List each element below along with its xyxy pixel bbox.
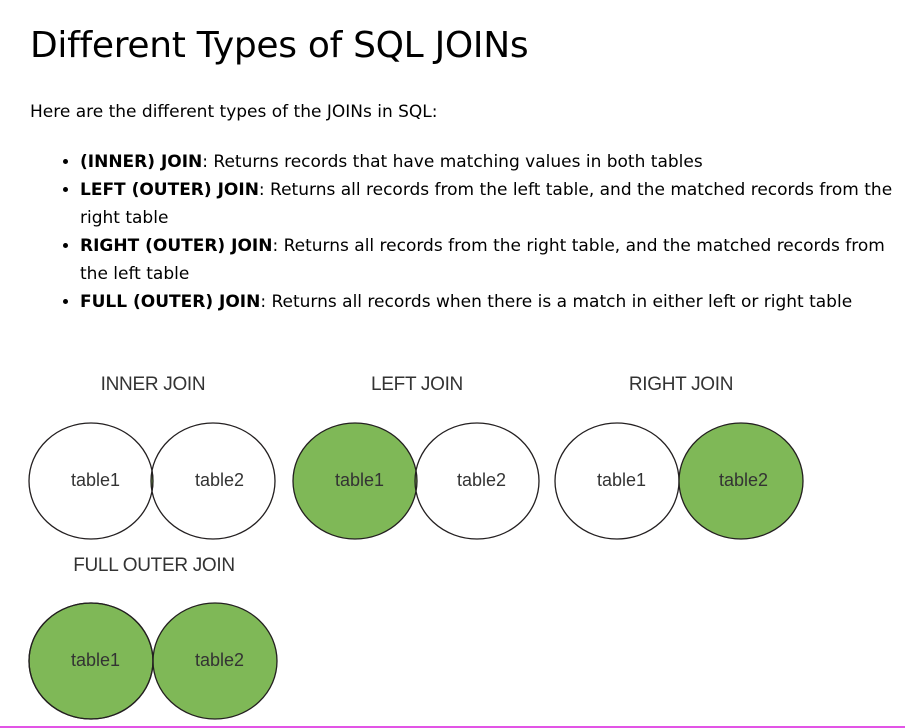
right-table-label: table2	[457, 470, 506, 490]
inner-join-diagram: table1 table2	[28, 422, 276, 540]
left-table-label: table1	[71, 650, 120, 670]
list-item: (INNER) JOIN: Returns records that have …	[80, 148, 905, 176]
full-outer-join-diagram: table1 table2	[28, 602, 278, 720]
list-item: FULL (OUTER) JOIN: Returns all records w…	[80, 288, 905, 316]
right-table-label: table2	[195, 650, 244, 670]
inner-join-title: INNER JOIN	[100, 374, 206, 395]
right-table-label: table2	[195, 470, 244, 490]
left-join-title: LEFT JOIN	[371, 374, 463, 395]
right-join-diagram: table1 table2	[554, 422, 804, 540]
full-outer-join-title: FULL OUTER JOIN	[73, 555, 235, 576]
join-name: LEFT (OUTER) JOIN	[80, 180, 259, 200]
left-table-label: table1	[597, 470, 646, 490]
left-table-label: table1	[71, 470, 120, 490]
left-table-label: table1	[335, 470, 384, 490]
right-table-label: table2	[719, 470, 768, 490]
join-name: RIGHT (OUTER) JOIN	[80, 236, 273, 256]
intro-text: Here are the different types of the JOIN…	[30, 102, 438, 122]
page-title: Different Types of SQL JOINs	[30, 25, 529, 66]
join-types-list: (INNER) JOIN: Returns records that have …	[56, 148, 905, 316]
join-description: : Returns all records when there is a ma…	[260, 292, 853, 312]
join-description: : Returns records that have matching val…	[202, 152, 703, 172]
join-name: FULL (OUTER) JOIN	[80, 292, 261, 312]
right-join-title: RIGHT JOIN	[628, 374, 734, 395]
join-name: (INNER) JOIN	[80, 152, 203, 172]
list-item: LEFT (OUTER) JOIN: Returns all records f…	[80, 176, 905, 232]
left-join-diagram: table1 table2	[292, 422, 540, 540]
list-item: RIGHT (OUTER) JOIN: Returns all records …	[80, 232, 905, 288]
